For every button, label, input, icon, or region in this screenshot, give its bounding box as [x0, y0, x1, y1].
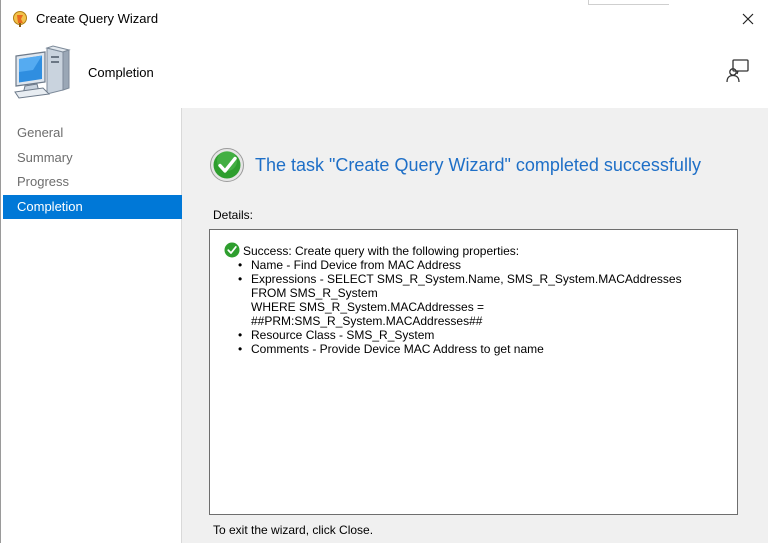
nav-item-general[interactable]: General [1, 121, 181, 146]
property-name-text: Name - Find Device from MAC Address [251, 258, 462, 272]
close-button[interactable] [733, 6, 763, 32]
property-comments-text: Comments - Provide Device MAC Address to… [251, 342, 544, 356]
check-circle-icon [210, 148, 244, 182]
property-resource-class: Resource Class - SMS_R_System [224, 328, 727, 342]
details-textbox[interactable]: Success: Create query with the following… [209, 229, 738, 515]
properties-list: Name - Find Device from MAC Address Expr… [224, 258, 727, 356]
property-name: Name - Find Device from MAC Address [224, 258, 727, 272]
expression-line-param: ##PRM:SMS_R_System.MACAddresses## [251, 314, 483, 328]
success-message: The task "Create Query Wizard" completed… [255, 154, 701, 175]
close-icon [742, 13, 754, 25]
property-expressions-text: Expressions - SELECT SMS_R_System.Name, … [251, 272, 682, 286]
wizard-steps-nav: General Summary Progress Completion [1, 108, 182, 543]
create-query-wizard-window: Create Query Wizard Completion General S… [0, 0, 768, 543]
expression-line-from: FROM SMS_R_System [251, 286, 378, 300]
property-comments: Comments - Provide Device MAC Address to… [224, 342, 727, 356]
wizard-header: Completion [1, 38, 768, 108]
header-page-title: Completion [88, 65, 154, 80]
success-check-icon [224, 242, 240, 258]
background-window-edge [588, 0, 669, 5]
expression-line-where: WHERE SMS_R_System.MACAddresses = [251, 300, 485, 314]
nav-item-progress[interactable]: Progress [1, 170, 181, 195]
success-banner: The task "Create Query Wizard" completed… [209, 147, 701, 183]
title-bar: Create Query Wizard [1, 0, 768, 38]
nav-item-summary[interactable]: Summary [1, 146, 181, 171]
computer-icon [14, 45, 71, 99]
details-content: Success: Create query with the following… [224, 242, 727, 356]
details-summary: Success: Create query with the following… [224, 242, 727, 258]
property-resource-class-text: Resource Class - SMS_R_System [251, 328, 435, 342]
wizard-app-icon [13, 11, 27, 27]
property-expressions: Expressions - SELECT SMS_R_System.Name, … [224, 272, 727, 328]
completion-panel: The task "Create Query Wizard" completed… [182, 108, 768, 543]
nav-item-completion[interactable]: Completion [3, 194, 182, 219]
details-label: Details: [213, 208, 254, 222]
exit-instruction: To exit the wizard, click Close. [213, 523, 374, 537]
details-summary-text: Success: Create query with the following… [243, 244, 520, 258]
window-title: Create Query Wizard [36, 11, 159, 26]
help-person-icon[interactable] [725, 58, 751, 84]
